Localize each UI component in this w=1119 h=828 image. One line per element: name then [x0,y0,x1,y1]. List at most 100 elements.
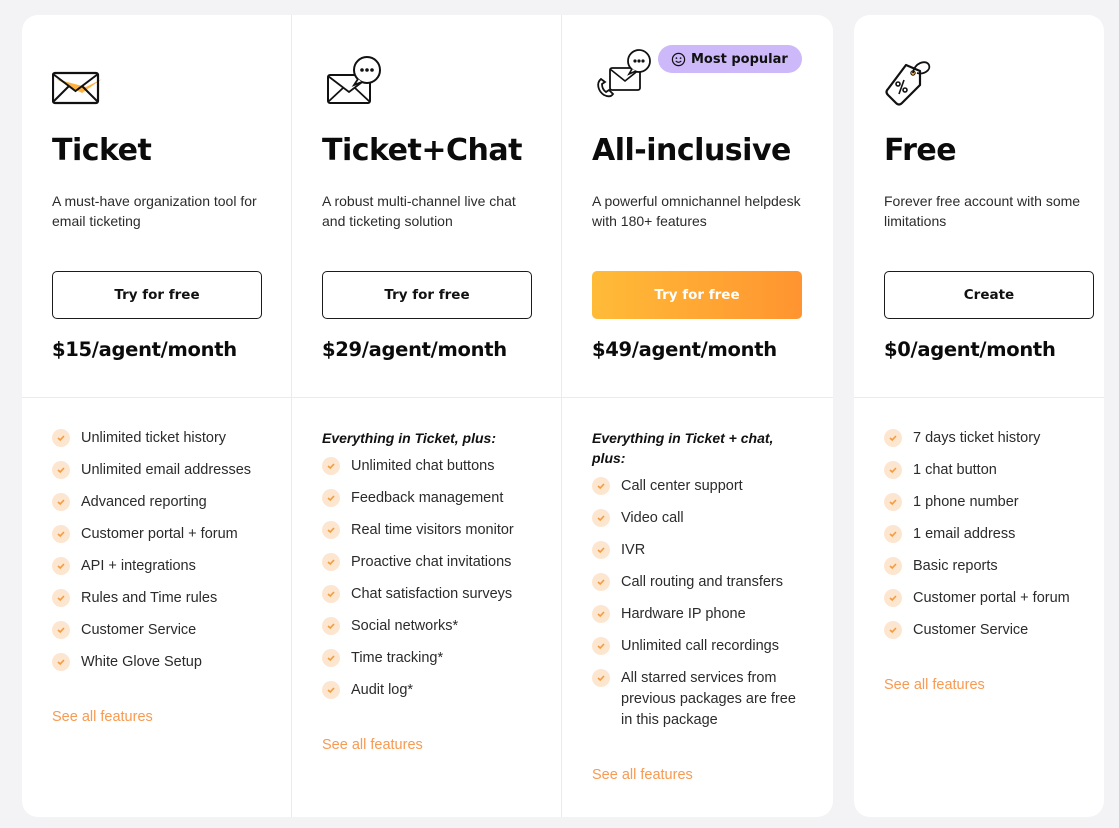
check-icon [592,669,610,687]
check-icon [322,521,340,539]
create-button[interactable]: Create [884,271,1094,319]
check-icon [322,585,340,603]
feature-list: Unlimited chat buttons Feedback manageme… [322,456,531,701]
feature-list-container: Unlimited ticket history Unlimited email… [22,398,291,726]
feature-item: Unlimited ticket history [52,428,261,449]
paid-plans-group: Ticket A must-have organization tool for… [22,15,833,817]
feature-item: Unlimited call recordings [592,636,803,657]
plan-free: Free Forever free account with some limi… [854,15,1104,817]
check-icon [592,637,610,655]
feature-item: Feedback management [322,488,531,509]
check-icon [52,621,70,639]
smiley-icon [671,52,686,66]
check-icon [884,557,902,575]
plan-header: Free Forever free account with some limi… [854,15,1104,398]
feature-list-container: 7 days ticket history 1 chat button 1 ph… [854,398,1104,694]
feature-item: Advanced reporting [52,492,261,513]
feature-list: Unlimited ticket history Unlimited email… [52,428,261,673]
plan-description: Forever free account with some limitatio… [884,193,1081,229]
most-popular-badge: Most popular [658,45,802,73]
includes-label: Everything in Ticket, plus: [322,430,497,446]
plan-header: Ticket+Chat A robust multi-channel live … [292,15,561,398]
feature-item: Social networks* [322,616,531,637]
try-for-free-button[interactable]: Try for free [592,271,802,319]
feature-item: White Glove Setup [52,652,261,673]
feature-item: Hardware IP phone [592,604,803,625]
envelope-icon [52,71,102,105]
check-icon [52,653,70,671]
feature-item: 1 email address [884,524,1074,545]
plan-ticket-chat: Ticket+Chat A robust multi-channel live … [292,15,562,817]
see-all-features-link[interactable]: See all features [322,737,423,753]
feature-item: Video call [592,508,803,529]
feature-item: Chat satisfaction surveys [322,584,531,605]
envelope-chat-icon [327,56,381,104]
feature-item: Call center support [592,476,803,497]
check-icon [884,589,902,607]
plan-all-inclusive: Most popular All-inclusive A powerful om… [562,15,833,817]
plan-title: All-inclusive [592,133,791,168]
check-icon [52,589,70,607]
plan-price: $49/agent/month [592,338,777,361]
phone-envelope-chat-icon [597,49,651,98]
plan-title: Ticket+Chat [322,133,522,168]
feature-item: Unlimited email addresses [52,460,261,481]
check-icon [52,525,70,543]
feature-item: API + integrations [52,556,261,577]
feature-item: Real time visitors monitor [322,520,531,541]
feature-item: Audit log* [322,680,531,701]
feature-item: Time tracking* [322,648,531,669]
check-icon [52,493,70,511]
feature-item: 1 chat button [884,460,1074,481]
check-icon [592,573,610,591]
feature-list-container: Everything in Ticket + chat, plus: Call … [562,398,833,784]
see-all-features-link[interactable]: See all features [52,709,153,725]
check-icon [52,461,70,479]
plan-price: $29/agent/month [322,338,507,361]
includes-label: Everything in Ticket + chat, plus: [592,430,774,466]
feature-item: Customer Service [52,620,261,641]
check-icon [322,649,340,667]
plan-description: A powerful omnichannel helpdesk with 180… [592,193,801,229]
try-for-free-button[interactable]: Try for free [52,271,262,319]
try-for-free-button[interactable]: Try for free [322,271,532,319]
check-icon [52,429,70,447]
see-all-features-link[interactable]: See all features [884,677,985,693]
check-icon [884,429,902,447]
check-icon [884,525,902,543]
plan-header: Ticket A must-have organization tool for… [22,15,291,398]
feature-item: 7 days ticket history [884,428,1074,449]
feature-list-container: Everything in Ticket, plus: Unlimited ch… [292,398,561,754]
plan-header: Most popular All-inclusive A powerful om… [562,15,833,398]
feature-item: Unlimited chat buttons [322,456,531,477]
price-tag-icon [885,61,931,106]
see-all-features-link[interactable]: See all features [592,767,693,783]
feature-item: 1 phone number [884,492,1074,513]
plan-description: A robust multi-channel live chat and tic… [322,193,516,229]
plan-title: Ticket [52,133,152,168]
feature-item: Customer portal + forum [52,524,261,545]
check-icon [884,621,902,639]
check-icon [322,681,340,699]
feature-item: Customer Service [884,620,1074,641]
check-icon [322,457,340,475]
check-icon [592,541,610,559]
feature-item: IVR [592,540,803,561]
check-icon [592,477,610,495]
check-icon [884,461,902,479]
check-icon [322,617,340,635]
feature-item: Call routing and transfers [592,572,803,593]
check-icon [52,557,70,575]
plan-ticket: Ticket A must-have organization tool for… [22,15,292,817]
plan-price: $15/agent/month [52,338,237,361]
feature-item: Rules and Time rules [52,588,261,609]
plan-price: $0/agent/month [884,338,1056,361]
feature-list: 7 days ticket history 1 chat button 1 ph… [884,428,1074,641]
feature-item: Basic reports [884,556,1074,577]
feature-item: Customer portal + forum [884,588,1074,609]
check-icon [322,489,340,507]
plan-title: Free [884,133,957,168]
feature-list: Call center support Video call IVR Call … [592,476,803,731]
feature-item: All starred services from previous packa… [592,668,803,731]
check-icon [322,553,340,571]
